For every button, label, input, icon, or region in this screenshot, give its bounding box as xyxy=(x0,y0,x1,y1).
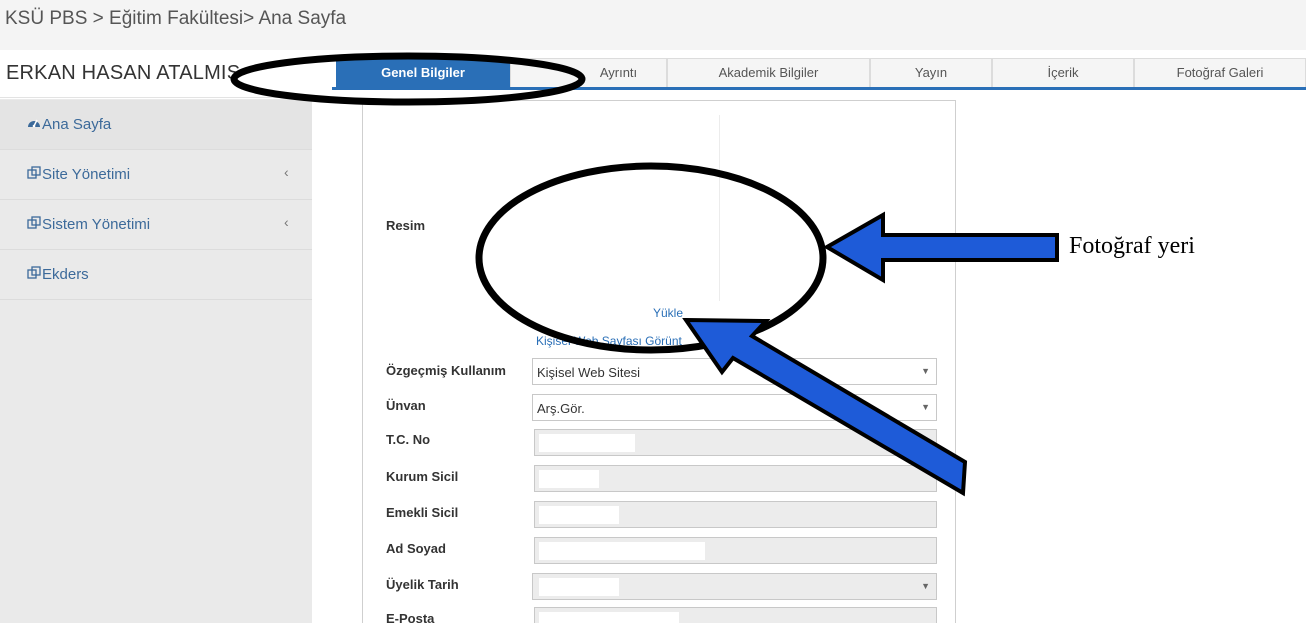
resim-label: Resim xyxy=(386,218,426,233)
ozgecmis-select[interactable]: Kişisel Web Sitesi ▼ xyxy=(532,358,937,385)
sidebar-item-label: Sistem Yönetimi xyxy=(42,216,151,233)
uyelik-tarih-select[interactable]: ▼ xyxy=(532,573,937,600)
tab-akademik-bilgiler[interactable]: Akademik Bilgiler xyxy=(667,58,870,87)
emekli-sicil-label: Emekli Sicil xyxy=(386,505,459,520)
kurum-sicil-input[interactable] xyxy=(534,465,937,492)
chevron-down-icon: ▼ xyxy=(921,366,930,376)
ad-soyad-input[interactable] xyxy=(534,537,937,564)
chevron-left-icon: ‹ xyxy=(284,164,289,180)
breadcrumb: KSÜ PBS > Eğitim Fakültesi> Ana Sayfa xyxy=(5,8,347,29)
uyelik-tarih-label: Üyelik Tarih xyxy=(386,577,459,592)
sidebar-item-label: Ekders xyxy=(42,266,89,283)
chevron-down-icon: ▼ xyxy=(921,581,930,591)
tab-fotograf-galeri[interactable]: Fotoğraf Galeri xyxy=(1134,58,1306,87)
copy-icon xyxy=(27,266,41,282)
tab-yayin[interactable]: Yayın xyxy=(870,58,992,87)
kurum-sicil-label: Kurum Sicil xyxy=(386,469,459,484)
sidebar-item-label: Ana Sayfa xyxy=(42,116,112,133)
eposta-label: E-Posta xyxy=(386,611,435,623)
user-name: ERKAN HASAN ATALMIŞ xyxy=(6,62,241,84)
upload-link[interactable]: Yükle xyxy=(653,306,683,320)
tab-icerik[interactable]: İçerik xyxy=(992,58,1134,87)
copy-icon xyxy=(27,216,41,232)
sidebar-item-ekders[interactable]: Ekders xyxy=(0,250,312,300)
annotation-label: Fotoğraf yeri xyxy=(1069,233,1195,259)
emekli-sicil-input[interactable] xyxy=(534,501,937,528)
ozgecmis-label: Özgeçmiş Kullanım xyxy=(386,363,506,378)
tc-input[interactable] xyxy=(534,429,937,456)
eposta-input[interactable] xyxy=(534,607,937,623)
dashboard-icon xyxy=(27,116,41,131)
chevron-left-icon: ‹ xyxy=(284,214,289,230)
chevron-down-icon: ▼ xyxy=(921,402,930,412)
user-header: ERKAN HASAN ATALMIŞ xyxy=(0,52,312,98)
copy-icon xyxy=(27,166,41,182)
top-bar: KSÜ PBS > Eğitim Fakültesi> Ana Sayfa xyxy=(0,0,1306,50)
sidebar-item-ana-sayfa[interactable]: Ana Sayfa xyxy=(0,100,312,150)
sidebar-item-sistem-yonetimi[interactable]: Sistem Yönetimi ‹ xyxy=(0,200,312,250)
tab-bar: Genel Bilgiler Ayrıntı Akademik Bilgiler… xyxy=(332,56,1306,90)
ozgecmis-value: Kişisel Web Sitesi xyxy=(537,365,641,380)
unvan-label: Ünvan xyxy=(386,398,426,413)
ad-soyad-label: Ad Soyad xyxy=(386,541,446,556)
personal-web-link[interactable]: Kişisel Web Sayfası Görünt xyxy=(536,334,682,348)
photo-placeholder xyxy=(530,115,720,301)
tab-genel-bilgiler[interactable]: Genel Bilgiler xyxy=(336,58,510,87)
unvan-select[interactable]: Arş.Gör. ▼ xyxy=(532,394,937,421)
sidebar-item-site-yonetimi[interactable]: Site Yönetimi ‹ xyxy=(0,150,312,200)
tab-ayrinti[interactable]: Ayrıntı xyxy=(510,58,667,87)
tc-label: T.C. No xyxy=(386,432,431,447)
sidebar: Ana Sayfa Site Yönetimi ‹ Sistem Yönetim… xyxy=(0,99,312,623)
sidebar-item-label: Site Yönetimi xyxy=(42,166,131,183)
unvan-value: Arş.Gör. xyxy=(537,401,585,416)
